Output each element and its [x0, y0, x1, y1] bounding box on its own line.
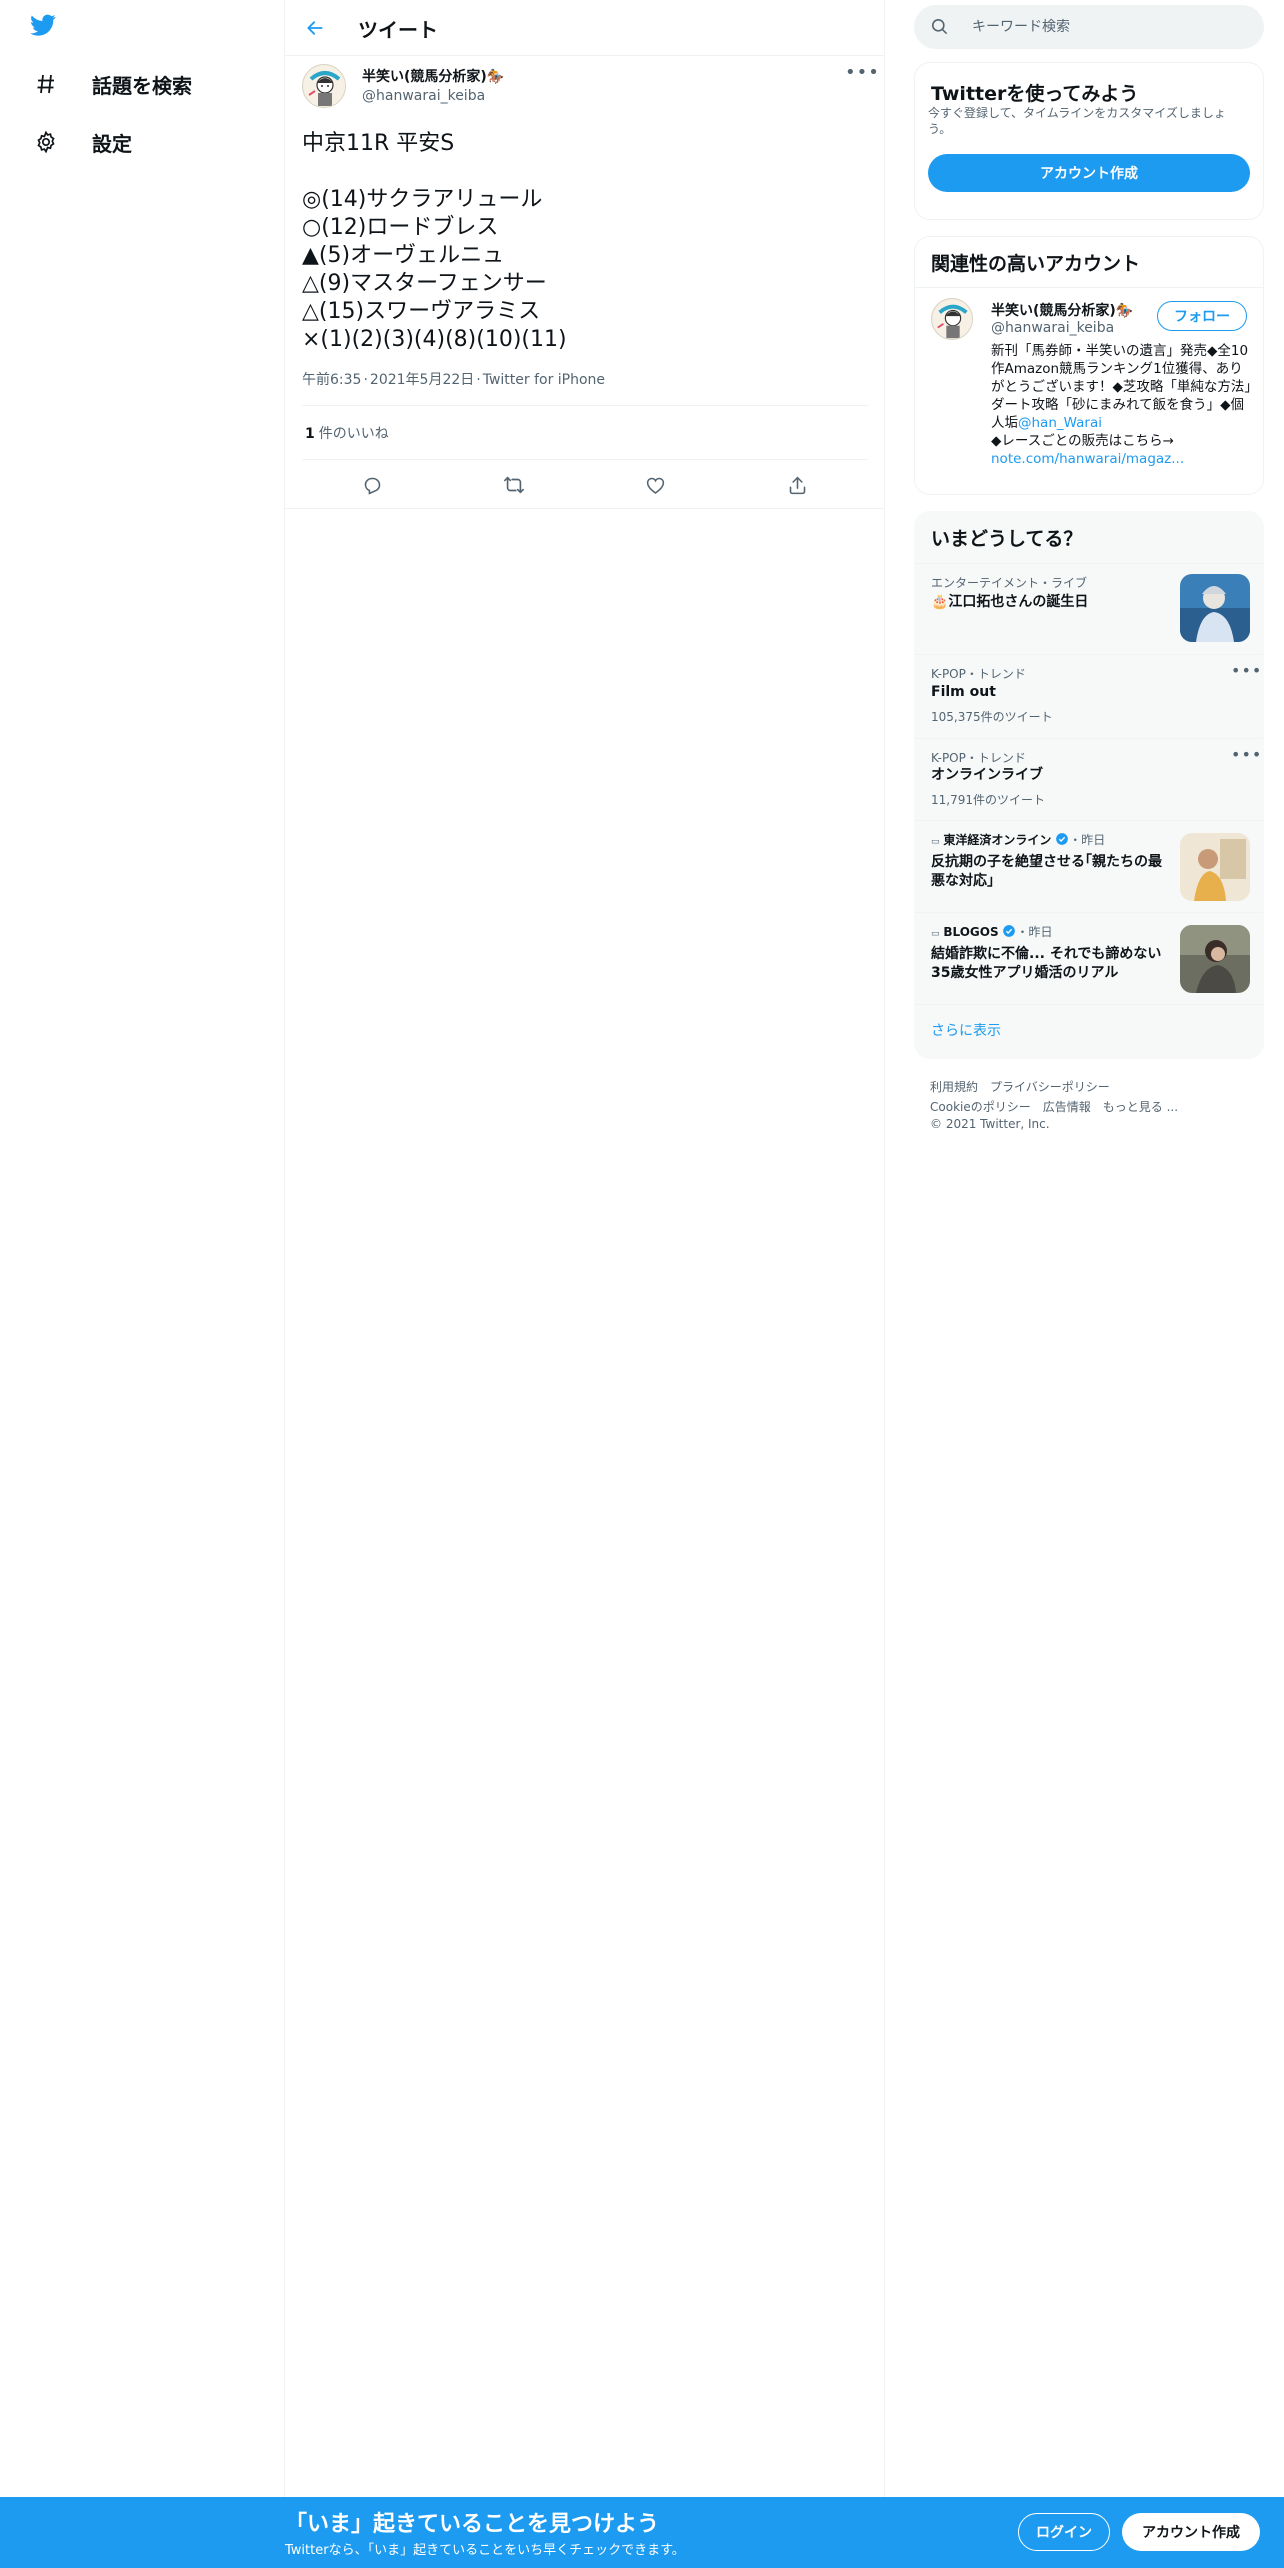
like-icon[interactable] [639, 468, 673, 502]
like-count[interactable]: 1 件のいいね [305, 423, 389, 443]
tweet-author-name[interactable]: 半笑い(競馬分析家)🏇 [362, 66, 504, 86]
avatar[interactable] [931, 298, 973, 340]
divider [285, 508, 885, 509]
create-account-button[interactable]: アカウント作成 [928, 154, 1250, 192]
trend-source: BLOGOS [943, 925, 999, 939]
page-title: ツイート [358, 18, 438, 42]
hashtag-icon [32, 70, 60, 98]
footer-link-more[interactable]: もっと見る ... [1103, 1100, 1178, 1114]
twitter-logo-icon[interactable] [28, 12, 64, 44]
trend-meta: ▭ 東洋経済オンライン ・昨日 [931, 831, 1105, 848]
tweet-date[interactable]: 2021年5月22日 [370, 372, 474, 388]
trend-thumbnail [1180, 925, 1250, 993]
trend-meta: ▭ BLOGOS ・昨日 [931, 923, 1052, 940]
verified-badge-icon [1003, 925, 1016, 937]
show-more-link[interactable]: さらに表示 [931, 1020, 1001, 1040]
trends-title: いまどうしてる？ [931, 528, 1083, 550]
more-options-icon[interactable]: ••• [1231, 661, 1261, 681]
tweet-source[interactable]: Twitter for iPhone [483, 372, 605, 388]
trend-title: オンラインライブ [931, 767, 1043, 783]
publisher-logo-icon: ▭ [931, 929, 940, 939]
retweet-icon[interactable] [497, 468, 531, 502]
signup-card-description: 今すぐ登録して、タイムラインをカスタマイズしましょう。 [928, 106, 1226, 136]
signup-banner: 「いま」起きていることを見つけよう Twitterなら、「いま」起きていることを… [0, 2497, 1284, 2568]
tweet-meta: 午前6:35 · 2021年5月22日 · Twitter for iPhone [302, 369, 607, 389]
signup-card: Twitterを使ってみよう 今すぐ登録して、タイムラインをカスタマイズしましょ… [914, 62, 1264, 220]
trend-title: 結婚詐欺に不倫... それでも諦めない35歳女性アプリ婚活のリアル [931, 946, 1162, 981]
more-options-icon[interactable]: ••• [1231, 745, 1261, 765]
related-accounts-card: 関連性の高いアカウント 半笑い(競馬分析家)🏇 @hanwarai_keiba … [914, 236, 1264, 495]
footer-link-privacy[interactable]: プライバシーポリシー [990, 1080, 1110, 1094]
tweet-actions [302, 461, 868, 509]
nav-explore-label: 話題を検索 [92, 73, 192, 98]
bio-url-link[interactable]: note.com/hanwarai/magaz... [991, 451, 1184, 467]
trend-meta: K-POP・トレンド [931, 751, 1026, 765]
related-account-handle[interactable]: @hanwarai_keiba [991, 320, 1114, 336]
like-count-number: 1 [305, 426, 315, 442]
trend-title: 🎂江口拓也さんの誕生日 [931, 594, 1089, 610]
footer-links: 利用規約 プライバシーポリシー Cookieのポリシー 広告情報 もっと見る ... [930, 1077, 1250, 1117]
left-nav: 話題を検索 設定 [0, 0, 285, 2497]
nav-explore[interactable]: 話題を検索 [22, 59, 204, 109]
trend-tweet-count: 105,375件のツイート [931, 710, 1053, 724]
trend-title: 反抗期の子を絶望させる｢親たちの最悪な対応｣ [931, 854, 1162, 889]
trends-card: いまどうしてる？ エンターテイメント・ライブ 🎂江口拓也さんの誕生日 K-POP… [914, 511, 1264, 1059]
trend-meta: K-POP・トレンド [931, 667, 1026, 681]
footer-link-cookies[interactable]: Cookieのポリシー [930, 1100, 1031, 1114]
bio-mention-link[interactable]: @han_Warai [1018, 415, 1102, 431]
meta-separator: · [363, 372, 368, 388]
trend-item[interactable]: エンターテイメント・ライブ 🎂江口拓也さんの誕生日 [915, 563, 1263, 654]
trend-thumbnail [1180, 574, 1250, 642]
login-button[interactable]: ログイン [1018, 2513, 1110, 2551]
search-icon [930, 17, 949, 40]
tweet-time[interactable]: 午前6:35 [302, 372, 361, 388]
share-icon[interactable] [780, 468, 814, 502]
avatar[interactable] [302, 64, 346, 108]
trend-meta: エンターテイメント・ライブ [931, 576, 1088, 590]
footer-link-terms[interactable]: 利用規約 [930, 1080, 978, 1094]
search-box[interactable] [914, 5, 1264, 49]
bio-text: ◆レースごとの販売はこちら→ [991, 433, 1174, 449]
trend-title: Film out [931, 684, 996, 700]
tweet-author-handle[interactable]: @hanwarai_keiba [362, 88, 485, 104]
trend-tweet-count: 11,791件のツイート [931, 793, 1045, 807]
page: 話題を検索 設定 ツイート 半笑い(競馬分析家)🏇 @hanwarai_keib… [0, 0, 1284, 2568]
divider [915, 1004, 1263, 1005]
trend-thumbnail [1180, 833, 1250, 901]
follow-button[interactable]: フォロー [1157, 301, 1247, 331]
trend-time: ・昨日 [1069, 833, 1106, 847]
divider [915, 287, 1263, 288]
search-input[interactable] [970, 15, 1240, 39]
trend-item[interactable]: ▭ 東洋経済オンライン ・昨日 反抗期の子を絶望させる｢親たちの最悪な対応｣ [915, 820, 1263, 912]
copyright: © 2021 Twitter, Inc. [930, 1117, 1050, 1131]
trend-time: ・昨日 [1016, 925, 1053, 939]
banner-signup-button[interactable]: アカウント作成 [1122, 2513, 1260, 2551]
divider [302, 459, 868, 460]
tweet-text: 中京11R 平安S ◎(14)サクラアリュール ○(12)ロードブレス ▲(5)… [302, 131, 567, 352]
back-arrow-icon[interactable] [299, 12, 331, 44]
verified-badge-icon [1056, 833, 1069, 845]
signup-card-title: Twitterを使ってみよう [931, 83, 1139, 105]
main-column: ツイート 半笑い(競馬分析家)🏇 @hanwarai_keiba ••• 中京1… [285, 0, 885, 2497]
gear-icon [32, 128, 60, 156]
banner-title: 「いま」起きていることを見つけよう [285, 2512, 660, 2537]
related-account-bio: 新刊「馬券師・半笑いの遺言」発売◆全10作Amazon競馬ランキング1位獲得、あ… [991, 342, 1253, 468]
related-accounts-title: 関連性の高いアカウント [931, 253, 1141, 275]
publisher-logo-icon: ▭ [931, 837, 940, 847]
footer-link-ads[interactable]: 広告情報 [1043, 1100, 1091, 1114]
nav-settings-label: 設定 [92, 131, 132, 156]
trend-item[interactable]: K-POP・トレンド オンラインライブ 11,791件のツイート ••• [915, 738, 1263, 820]
meta-separator: · [476, 372, 481, 388]
related-account-name[interactable]: 半笑い(競馬分析家)🏇 [991, 300, 1133, 320]
like-count-label: 件のいいね [318, 426, 389, 442]
main-header: ツイート [285, 0, 885, 56]
divider [302, 405, 868, 406]
trend-item[interactable]: K-POP・トレンド Film out 105,375件のツイート ••• [915, 654, 1263, 738]
trend-item[interactable]: ▭ BLOGOS ・昨日 結婚詐欺に不倫... それでも諦めない35歳女性アプリ… [915, 912, 1263, 1004]
more-options-icon[interactable]: ••• [845, 64, 879, 87]
reply-icon[interactable] [356, 468, 390, 502]
trend-source: 東洋経済オンライン [943, 833, 1052, 847]
banner-subtitle: Twitterなら、「いま」起きていることをいち早くチェックできます。 [285, 2543, 685, 2558]
nav-settings[interactable]: 設定 [22, 117, 144, 167]
